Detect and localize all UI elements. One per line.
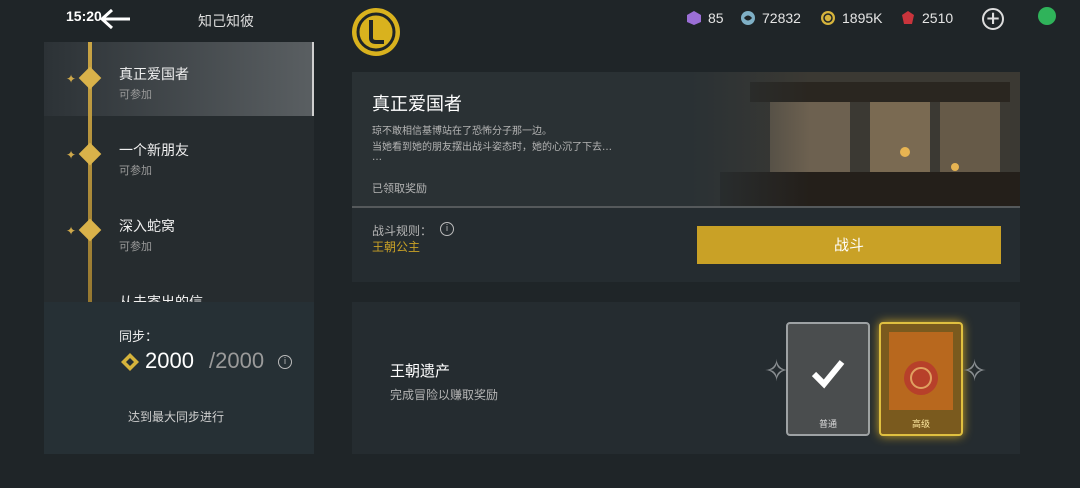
chapter-item-1[interactable]: 真正爱国者 可参加 — [119, 64, 189, 102]
mission-scene-image — [690, 72, 1020, 206]
checkmark-icon — [811, 360, 845, 389]
sync-note: 达到最大同步进行 — [128, 410, 225, 424]
resource-value: 85 — [708, 10, 724, 26]
legacy-panel: 王朝遗产 完成冒险以赚取奖励 ✧ 普通 高级 ✧ — [352, 302, 1020, 454]
chapter-name: 真正爱国者 — [119, 67, 189, 83]
sync-panel: 同步： 2000 /2000 i 达到最大同步进行 — [44, 302, 314, 454]
mission-title: 真正爱国者 — [372, 94, 462, 115]
resource-value: 1895K — [842, 10, 883, 26]
add-resource-button[interactable]: + — [982, 8, 1004, 30]
chapter-item-2[interactable]: 一个新朋友 可参加 — [119, 140, 189, 178]
chapter-item-4[interactable]: 从未寄出的信 — [119, 292, 203, 302]
legacy-title: 王朝遗产 — [390, 362, 451, 380]
mission-desc-line2: 当她看到她的朋友摆出战斗姿态时，她的心沉了下去… — [372, 142, 612, 153]
red-gem-icon — [902, 11, 914, 24]
mission-desc-more: … — [372, 152, 382, 163]
sync-current: 2000 — [145, 348, 194, 373]
top-bar: 15:20 知己知彼 85 72832 1895K 2510 + — [0, 0, 1080, 56]
card-label: 高级 — [911, 420, 930, 430]
chapter-name: 从未寄出的信 — [119, 292, 203, 302]
reward-card-normal[interactable]: 普通 — [786, 322, 870, 436]
sparkle-icon: ✦ — [66, 224, 77, 238]
mission-desc-line1: 琼不敢相信基博站在了恐怖分子那一边。 — [372, 126, 552, 137]
star-decoration-icon: ✧ — [962, 354, 988, 389]
chapter-name: 一个新朋友 — [119, 143, 189, 159]
sync-info-icon[interactable]: i — [278, 355, 292, 369]
purple-cube-icon — [687, 11, 701, 25]
swirl-icon — [741, 11, 755, 25]
resource-gems[interactable]: 2510 — [900, 10, 953, 26]
gold-coin-icon — [821, 11, 835, 25]
rule-info-icon[interactable]: i — [440, 222, 454, 236]
seal-icon — [904, 361, 938, 395]
microphone-icon[interactable] — [1038, 7, 1056, 25]
battle-rule-label: 战斗规则： — [372, 224, 433, 238]
sync-max: /2000 — [209, 348, 265, 373]
sparkle-icon: ✦ — [66, 72, 77, 86]
chapter-name: 深入蛇窝 — [119, 219, 175, 235]
sync-diamond-icon — [121, 353, 139, 371]
card-label: 普通 — [818, 420, 837, 430]
mission-panel: 真正爱国者 琼不敢相信基博站在了恐怖分子那一边。 当她看到她的朋友摆出战斗姿态时… — [352, 72, 1020, 282]
dynasty-emblem-icon — [352, 8, 400, 56]
resource-coins[interactable]: 1895K — [820, 10, 882, 26]
chapter-status: 可参加 — [119, 240, 152, 253]
page-title: 知己知彼 — [198, 14, 254, 30]
battle-rule-value: 王朝公主 — [372, 240, 421, 254]
resource-cubes[interactable]: 85 — [686, 10, 724, 26]
resource-value: 2510 — [922, 10, 954, 26]
reward-status: 已领取奖励 — [372, 182, 427, 195]
sparkle-icon: ✦ — [66, 148, 77, 162]
sync-label: 同步： — [119, 330, 159, 345]
resource-value: 72832 — [762, 10, 801, 26]
legacy-desc: 完成冒险以赚取奖励 — [390, 388, 499, 402]
mission-header: 真正爱国者 琼不敢相信基博站在了恐怖分子那一边。 当她看到她的朋友摆出战斗姿态时… — [352, 72, 1020, 206]
chapter-status: 可参加 — [119, 164, 152, 177]
resource-swirl[interactable]: 72832 — [740, 10, 801, 26]
reward-card-premium[interactable]: 高级 — [879, 322, 963, 436]
chapter-item-3[interactable]: 深入蛇窝 可参加 — [119, 216, 175, 254]
fight-button[interactable]: 战斗 — [697, 226, 1001, 264]
back-arrow-icon[interactable] — [96, 6, 132, 32]
section-divider — [352, 206, 1020, 208]
chapter-status: 可参加 — [119, 88, 152, 101]
